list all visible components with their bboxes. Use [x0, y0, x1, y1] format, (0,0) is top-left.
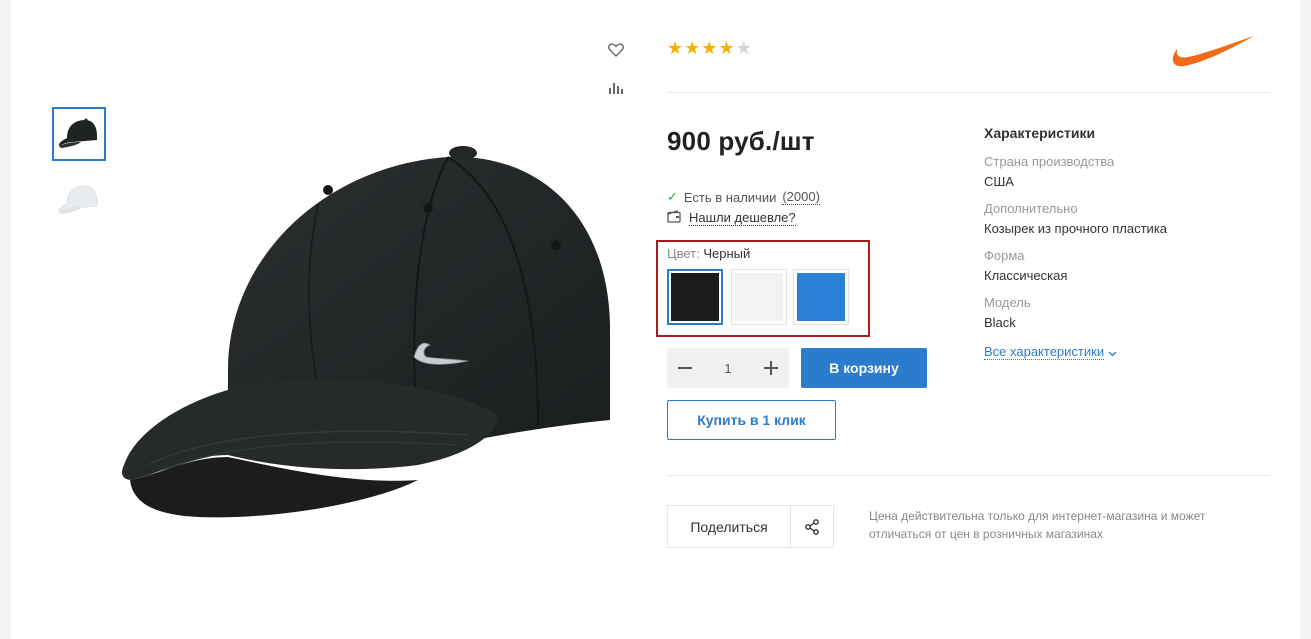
color-swatch-black[interactable]	[667, 269, 723, 325]
check-icon: ✓	[667, 189, 678, 204]
share-icon[interactable]	[791, 506, 833, 547]
characteristic-value: Козырек из прочного пластика	[984, 221, 1168, 236]
chevron-down-icon	[1108, 345, 1117, 360]
black-cap-image	[122, 146, 610, 518]
characteristic-value: Классическая	[984, 268, 1068, 283]
stock-status: ✓ Есть в наличии (2000)	[667, 189, 820, 205]
product-price: 900 руб./шт	[667, 126, 815, 156]
characteristics-title: Характеристики	[984, 125, 1096, 141]
characteristic-model: Модель Black	[984, 295, 1031, 330]
buy-one-click-button[interactable]: Купить в 1 клик	[667, 400, 836, 440]
color-swatch-white[interactable]	[731, 269, 787, 325]
characteristic-key: Форма	[984, 248, 1025, 263]
color-selected-value: Черный	[703, 246, 751, 261]
divider	[667, 475, 1270, 476]
stock-text: Есть в наличии	[683, 189, 777, 205]
characteristic-key: Страна производства	[984, 154, 1115, 169]
cap-thumbnail-image	[58, 118, 97, 148]
all-characteristics-label[interactable]: Все характеристики	[984, 344, 1105, 360]
brand-logo[interactable]	[1166, 30, 1258, 75]
characteristic-key: Дополнительно	[984, 201, 1078, 216]
characteristic-value: Black	[984, 315, 1016, 330]
star-icon-filled: ★	[718, 38, 735, 58]
star-icon-filled: ★	[701, 38, 718, 58]
stock-count[interactable]: (2000)	[782, 189, 820, 205]
star-icon-filled: ★	[667, 38, 684, 58]
price-note: Цена действительна только для интернет-м…	[869, 509, 1206, 541]
minus-icon[interactable]	[667, 348, 703, 388]
add-to-cart-button[interactable]: В корзину	[801, 348, 927, 388]
all-characteristics-link[interactable]: Все характеристики	[984, 344, 1117, 360]
quantity-stepper: 1	[667, 348, 789, 388]
characteristic-additional: Дополнительно Козырек из прочного пласти…	[984, 201, 1167, 236]
characteristic-key: Модель	[984, 295, 1031, 310]
cap-thumbnail-image	[58, 185, 98, 214]
thumbnail-black-cap[interactable]	[52, 107, 106, 161]
plus-icon[interactable]	[753, 348, 789, 388]
characteristic-value: США	[984, 174, 1014, 189]
star-icon-filled: ★	[684, 38, 701, 58]
star-icon-empty: ★	[735, 38, 752, 58]
found-cheaper-link[interactable]: Нашли дешевле?	[689, 210, 796, 226]
share-button[interactable]: Поделиться	[668, 506, 791, 547]
color-label: Цвет: Черный	[667, 246, 750, 261]
rating-stars: ★ ★ ★ ★ ★	[667, 39, 752, 57]
divider	[667, 92, 1270, 93]
found-cheaper[interactable]: Нашли дешевле?	[667, 210, 796, 226]
wallet-icon	[667, 210, 681, 226]
share-control: Поделиться	[667, 505, 834, 548]
heart-icon[interactable]	[607, 41, 625, 59]
color-swatch-blue[interactable]	[793, 269, 849, 325]
compare-icon[interactable]	[607, 79, 625, 97]
thumbnail-white-cap[interactable]	[52, 173, 106, 227]
nike-swoosh-logo	[1172, 36, 1254, 67]
quantity-value[interactable]: 1	[724, 361, 731, 376]
main-product-image[interactable]	[118, 135, 618, 520]
characteristic-country: Страна производства США	[984, 154, 1114, 189]
characteristic-shape: Форма Классическая	[984, 248, 1067, 283]
color-label-key: Цвет:	[667, 246, 700, 261]
